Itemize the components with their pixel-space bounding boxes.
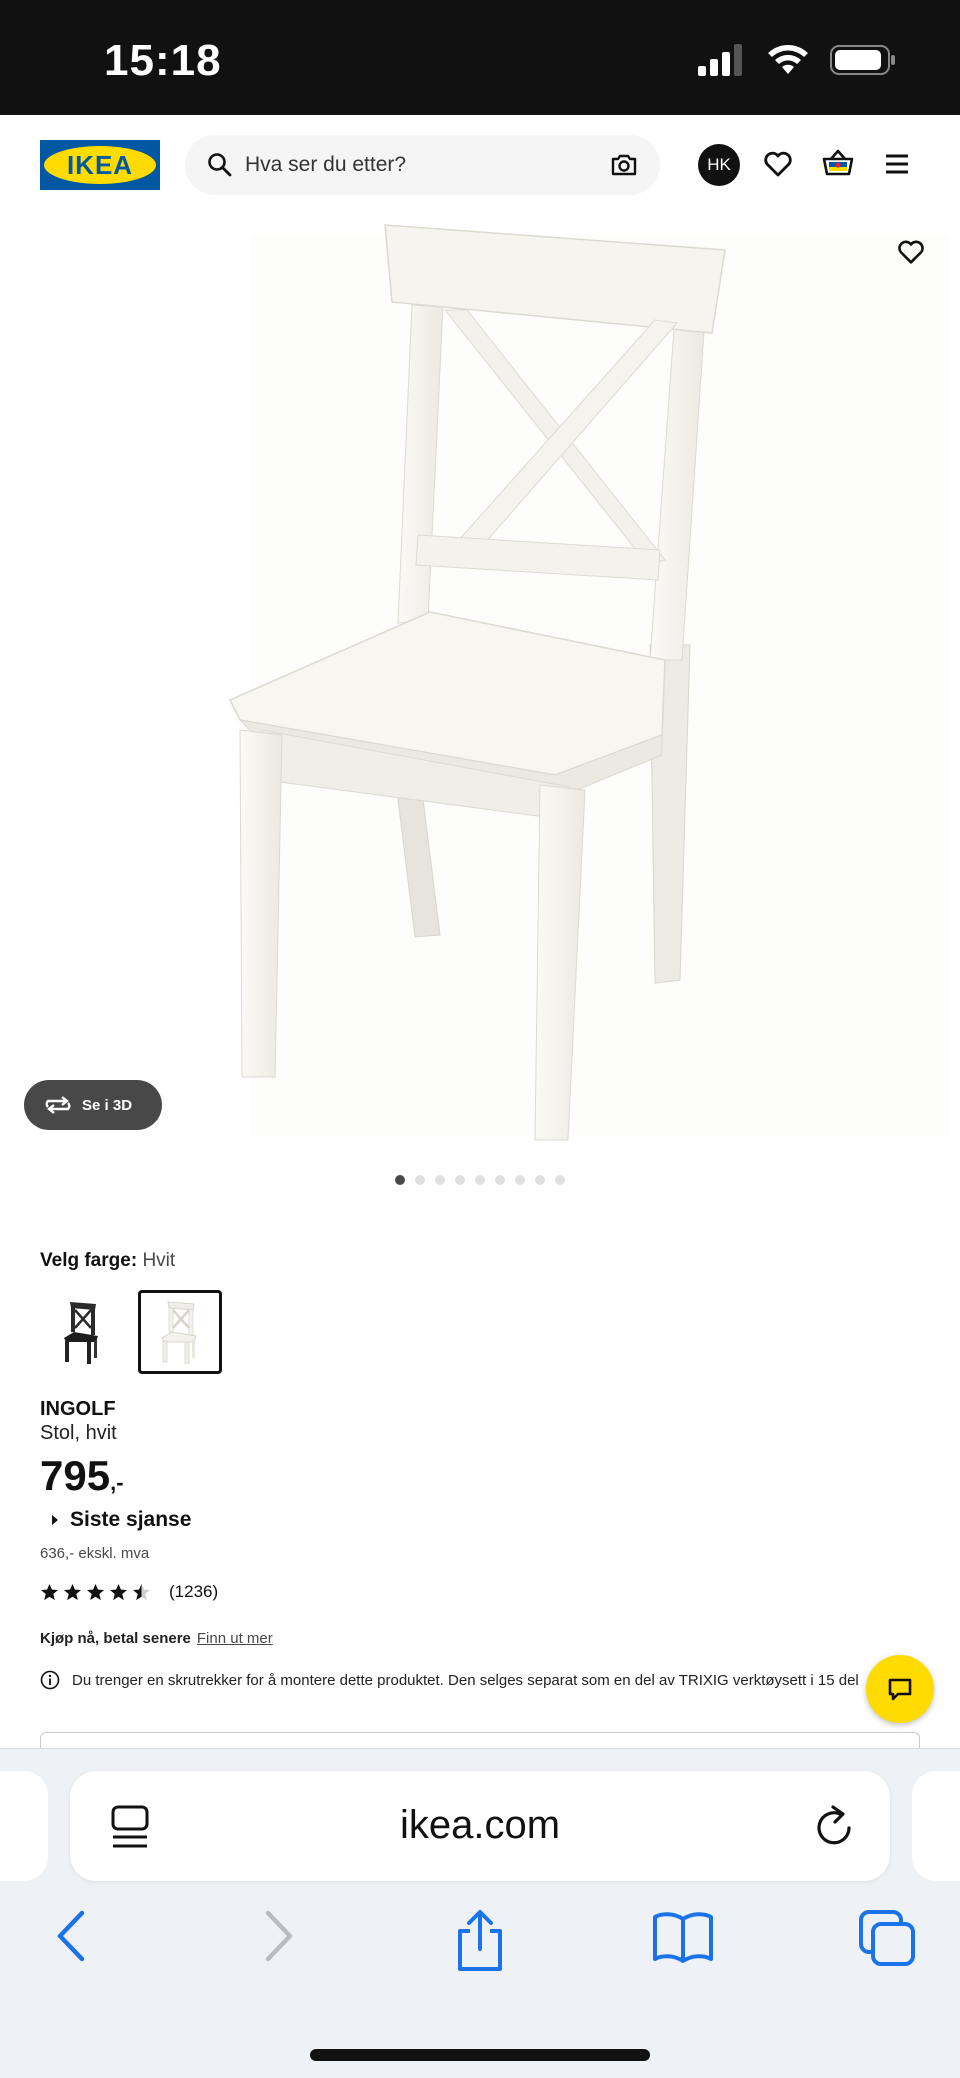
price-excl-vat: 636,- ekskl. mva <box>40 1545 150 1562</box>
price-amount: 795 <box>40 1452 111 1499</box>
product-rating[interactable]: (1236) <box>40 1582 218 1602</box>
rating-count: (1236) <box>169 1582 219 1601</box>
rating-star-icon <box>40 1583 59 1600</box>
gallery-pagination-dots <box>0 1175 960 1187</box>
bnpl-learn-more-link[interactable]: Finn ut mer <box>197 1630 273 1647</box>
status-time: 15:18 <box>104 36 222 85</box>
buy-now-pay-later: Kjøp nå, betal senere Finn ut mer <box>40 1630 273 1647</box>
status-icons <box>698 44 896 76</box>
info-icon <box>40 1670 60 1690</box>
reload-icon[interactable] <box>814 1803 856 1849</box>
gallery-dot[interactable] <box>495 1175 505 1185</box>
chat-bubble-icon <box>888 1678 912 1701</box>
product-name: INGOLF <box>40 1398 116 1420</box>
price-suffix: ,- <box>110 1470 124 1495</box>
rating-star-icon <box>109 1583 128 1600</box>
ikea-logo[interactable]: IKEA <box>40 140 160 190</box>
color-selector-label: Velg farge: Hvit <box>40 1250 175 1272</box>
tabs-icon[interactable] <box>858 1909 916 1967</box>
search-icon <box>208 153 232 177</box>
home-indicator <box>310 2049 650 2061</box>
address-bar[interactable]: ikea.com <box>70 1771 890 1881</box>
url-text: ikea.com <box>399 1803 561 1847</box>
rotate-3d-icon <box>45 1096 71 1114</box>
forward-icon[interactable] <box>262 1909 296 1963</box>
view-in-3d-label: Se i 3D <box>82 1096 133 1114</box>
gallery-dot[interactable] <box>515 1175 525 1185</box>
browser-chrome: ikea.com <box>0 1748 960 2078</box>
rating-star-icon <box>86 1583 105 1600</box>
next-tab-peek[interactable] <box>912 1771 960 1881</box>
search-input[interactable]: Hva ser du etter? <box>245 153 406 177</box>
color-label: Velg farge: <box>40 1250 138 1271</box>
battery-icon <box>830 45 895 75</box>
add-to-favorites-heart-icon[interactable] <box>896 237 926 267</box>
avatar[interactable]: HK <box>698 144 740 186</box>
status-bar: 15:18 <box>0 0 960 115</box>
logo-text: IKEA <box>66 149 134 180</box>
last-chance-label: Siste sjanse <box>70 1508 192 1531</box>
chat-button[interactable] <box>866 1655 934 1723</box>
assembly-notice: Du trenger en skrutrekker for å montere … <box>40 1670 920 1690</box>
gallery-dot[interactable] <box>415 1175 425 1185</box>
camera-icon[interactable] <box>610 152 638 178</box>
color-value: Hvit <box>142 1250 176 1271</box>
search-bar[interactable]: Hva ser du etter? <box>185 135 660 195</box>
product-description: Stol, hvit <box>40 1422 117 1444</box>
swatch-black[interactable] <box>40 1290 124 1374</box>
gallery-dot[interactable] <box>455 1175 465 1185</box>
rating-star-icon <box>63 1583 82 1600</box>
color-swatches <box>40 1290 222 1374</box>
gallery-dot[interactable] <box>395 1175 405 1185</box>
rating-star-icon <box>132 1583 151 1600</box>
product-image-gallery[interactable]: Se i 3D <box>0 215 960 1155</box>
shopping-basket-icon[interactable] <box>821 147 855 179</box>
hamburger-menu-icon[interactable] <box>882 149 912 179</box>
back-icon[interactable] <box>54 1909 88 1963</box>
browser-toolbar <box>0 1909 960 1999</box>
product-image-chair <box>228 224 950 1141</box>
gallery-dot[interactable] <box>555 1175 565 1185</box>
last-chance-badge[interactable]: Siste sjanse <box>50 1508 191 1532</box>
product-price: 795,- <box>40 1452 124 1500</box>
bookmarks-icon[interactable] <box>652 1909 714 1965</box>
share-icon[interactable] <box>454 1909 506 1973</box>
black-chair-thumbnail <box>64 1302 98 1364</box>
cellular-signal-icon <box>698 44 742 76</box>
gallery-dot[interactable] <box>435 1175 445 1185</box>
previous-tab-peek[interactable] <box>0 1771 48 1881</box>
caret-right-icon <box>52 1515 58 1525</box>
site-header: IKEA Hva ser du etter? HK <box>0 115 960 215</box>
gallery-dot[interactable] <box>475 1175 485 1185</box>
swatch-white[interactable] <box>138 1290 222 1374</box>
view-in-3d-button[interactable]: Se i 3D <box>24 1080 162 1130</box>
gallery-dot[interactable] <box>535 1175 545 1185</box>
bnpl-label: Kjøp nå, betal senere <box>40 1630 191 1647</box>
white-chair-thumbnail <box>161 1301 197 1364</box>
wifi-icon <box>768 45 808 74</box>
logo-oval: IKEA <box>44 146 156 184</box>
assembly-notice-text: Du trenger en skrutrekker for å montere … <box>72 1671 859 1689</box>
favorites-heart-icon[interactable] <box>762 148 794 180</box>
